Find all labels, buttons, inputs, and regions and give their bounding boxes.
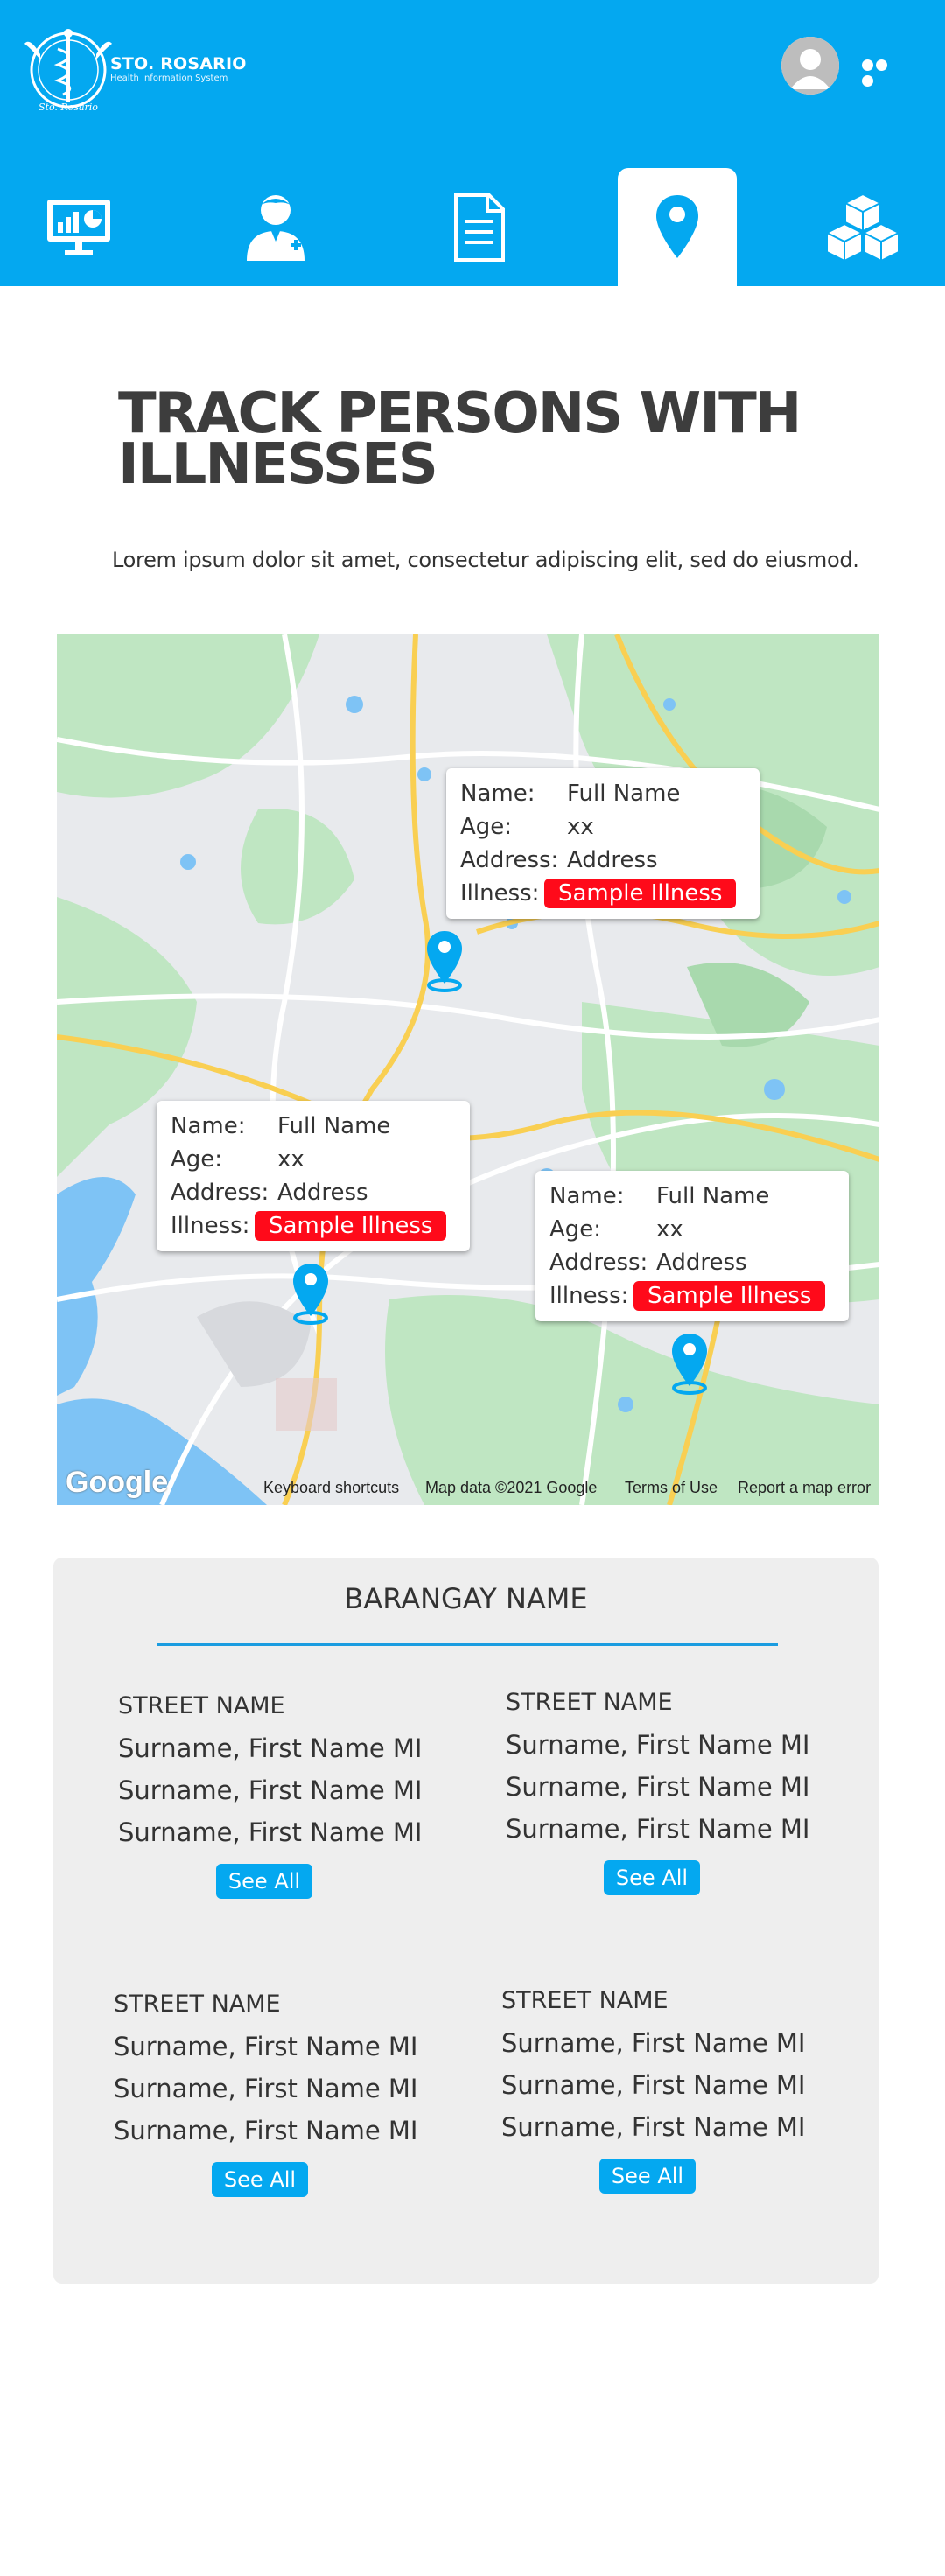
map-pin-icon[interactable] <box>668 1332 710 1395</box>
person-entry[interactable]: Surname, First Name MI <box>118 1727 451 1769</box>
tab-tracking[interactable] <box>618 168 737 286</box>
user-avatar-icon[interactable] <box>781 37 839 94</box>
map-pin-icon[interactable] <box>424 929 466 992</box>
document-icon <box>454 192 505 262</box>
tab-inventory[interactable] <box>819 168 906 286</box>
report-map-error-link[interactable]: Report a map error <box>738 1479 871 1498</box>
brand-title: STO. ROSARIO <box>110 54 247 74</box>
barangay-panel: BARANGAY NAME STREET NAME Surname, First… <box>53 1558 878 2284</box>
keyboard-shortcuts-link[interactable]: Keyboard shortcuts <box>263 1479 399 1498</box>
more-dots-icon[interactable] <box>862 60 902 87</box>
popup-address-value: Address <box>656 1250 747 1276</box>
popup-name-value: Full Name <box>277 1113 391 1139</box>
street-name: STREET NAME <box>506 1689 673 1716</box>
street-name: STREET NAME <box>501 1987 668 2014</box>
see-all-button[interactable]: See All <box>604 1860 700 1895</box>
street-group: STREET NAME Surname, First Name MI Surna… <box>501 1980 834 2194</box>
doctor-icon <box>247 194 304 261</box>
person-entry[interactable]: Surname, First Name MI <box>501 2106 834 2148</box>
person-entry[interactable]: Surname, First Name MI <box>114 2068 446 2110</box>
map-popup: Name: Full Name Age: xx Address: Address Il… <box>157 1101 470 1251</box>
illness-badge: Sample Illness <box>255 1211 447 1241</box>
map-pin-icon[interactable] <box>290 1262 332 1325</box>
tab-documents[interactable] <box>435 168 522 286</box>
sto-rosario-seal-logo[interactable]: Sto. Rosario <box>23 19 114 117</box>
popup-age-label: Age: <box>460 814 513 840</box>
person-entry[interactable]: Surname, First Name MI <box>501 2064 834 2106</box>
popup-address-label: Address: <box>460 847 559 873</box>
tab-dashboard[interactable] <box>35 168 122 286</box>
illness-badge: Sample Illness <box>634 1281 826 1311</box>
popup-age-value: xx <box>277 1146 304 1172</box>
map-popup: Name: Full Name Age: xx Address: Address Il… <box>536 1171 849 1321</box>
street-group: STREET NAME Surname, First Name MI Surna… <box>118 1685 451 1899</box>
popup-address-label: Address: <box>171 1180 270 1206</box>
popup-age-label: Age: <box>171 1146 223 1172</box>
popup-name-value: Full Name <box>567 780 681 807</box>
see-all-button[interactable]: See All <box>212 2162 308 2197</box>
popup-illness-label: Illness: <box>171 1213 250 1239</box>
person-entry[interactable]: Surname, First Name MI <box>114 2110 446 2152</box>
map-background <box>57 634 879 1505</box>
popup-age-label: Age: <box>550 1216 602 1242</box>
person-entry[interactable]: Surname, First Name MI <box>118 1811 451 1853</box>
popup-name-label: Name: <box>550 1183 625 1209</box>
see-all-button[interactable]: See All <box>599 2159 696 2194</box>
popup-name-value: Full Name <box>656 1183 770 1209</box>
barangay-title: BARANGAY NAME <box>344 1582 588 1615</box>
map-data-attribution: Map data ©2021 Google <box>425 1479 598 1496</box>
person-entry[interactable]: Surname, First Name MI <box>501 2022 834 2064</box>
popup-age-value: xx <box>567 814 594 840</box>
street-name: STREET NAME <box>118 1692 285 1719</box>
popup-address-value: Address <box>277 1180 368 1206</box>
google-logo: Google <box>66 1466 169 1499</box>
popup-illness-label: Illness: <box>550 1283 629 1309</box>
person-entry[interactable]: Surname, First Name MI <box>506 1724 838 1766</box>
popup-age-value: xx <box>656 1216 683 1242</box>
terms-link[interactable]: Terms of Use <box>625 1479 718 1498</box>
see-all-button[interactable]: See All <box>216 1864 312 1899</box>
svg-text:Sto. Rosario: Sto. Rosario <box>38 102 98 113</box>
street-name: STREET NAME <box>114 1991 281 2018</box>
tab-doctors[interactable] <box>232 168 319 286</box>
person-entry[interactable]: Surname, First Name MI <box>506 1808 838 1850</box>
inventory-boxes-icon <box>826 192 900 262</box>
person-entry[interactable]: Surname, First Name MI <box>118 1769 451 1811</box>
brand-subtitle: Health Information System <box>110 74 228 83</box>
person-entry[interactable]: Surname, First Name MI <box>506 1766 838 1808</box>
intro-text: Lorem ipsum dolor sit amet, consectetur … <box>112 548 859 572</box>
app-header: Sto. Rosario STO. ROSARIO Health Informa… <box>0 0 945 286</box>
popup-address-value: Address <box>567 847 658 873</box>
map-popup: Name: Full Name Age: xx Address: Address Il… <box>446 768 760 919</box>
page-title: TRACK PERSONS WITH ILLNESSES <box>118 382 802 497</box>
illness-badge: Sample Illness <box>544 878 737 908</box>
popup-address-label: Address: <box>550 1250 648 1276</box>
street-group: STREET NAME Surname, First Name MI Surna… <box>506 1682 838 1895</box>
location-pin-icon <box>656 194 698 258</box>
dashboard-chart-icon <box>47 199 110 255</box>
popup-name-label: Name: <box>460 780 536 807</box>
popup-illness-label: Illness: <box>460 880 540 906</box>
illness-map[interactable]: Name: Full Name Age: xx Address: Address Il… <box>57 634 879 1505</box>
title-divider <box>157 1643 778 1646</box>
street-group: STREET NAME Surname, First Name MI Surna… <box>114 1984 446 2197</box>
person-entry[interactable]: Surname, First Name MI <box>114 2026 446 2068</box>
popup-name-label: Name: <box>171 1113 246 1139</box>
